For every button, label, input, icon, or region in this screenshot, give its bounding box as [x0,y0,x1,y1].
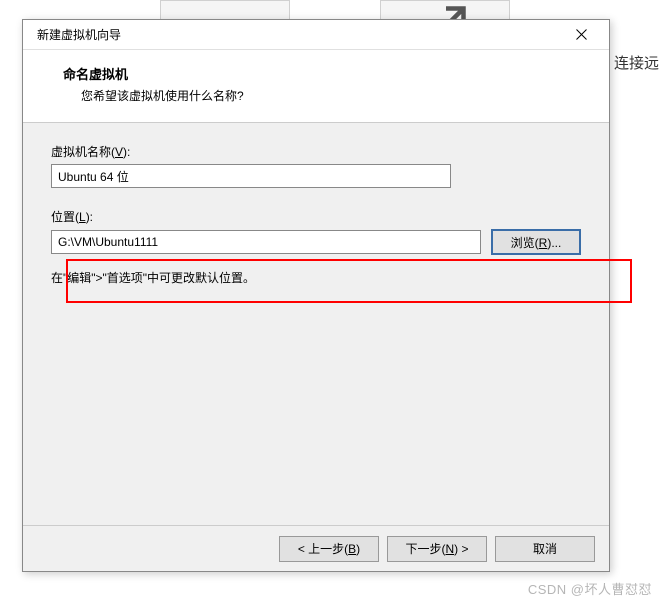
browse-button[interactable]: 浏览(R)... [491,229,581,255]
next-button[interactable]: 下一步(N) > [387,536,487,562]
bg-connect-label: 连接远 [614,52,659,73]
new-vm-wizard-dialog: 新建虚拟机向导 命名虚拟机 您希望该虚拟机使用什么名称? 虚拟机名称(V): 位… [22,19,610,572]
wizard-step-title: 命名虚拟机 [63,64,591,83]
watermark: CSDN @坏人曹怼怼 [528,579,652,598]
location-label: 位置(L): [51,208,581,225]
vm-name-label: 虚拟机名称(V): [51,143,581,160]
location-input[interactable] [51,230,481,254]
titlebar: 新建虚拟机向导 [23,20,609,50]
wizard-body: 虚拟机名称(V): 位置(L): 浏览(R)... 在"编辑">"首选项"中可更… [23,123,609,525]
wizard-step-subtitle: 您希望该虚拟机使用什么名称? [63,87,591,104]
cancel-button[interactable]: 取消 [495,536,595,562]
location-hint: 在"编辑">"首选项"中可更改默认位置。 [51,269,581,286]
close-icon [576,29,587,40]
wizard-header: 命名虚拟机 您希望该虚拟机使用什么名称? [23,50,609,123]
close-button[interactable] [561,20,601,50]
dialog-title: 新建虚拟机向导 [37,26,561,43]
back-button[interactable]: < 上一步(B) [279,536,379,562]
wizard-footer: < 上一步(B) 下一步(N) > 取消 [23,525,609,571]
vm-name-input[interactable] [51,164,451,188]
